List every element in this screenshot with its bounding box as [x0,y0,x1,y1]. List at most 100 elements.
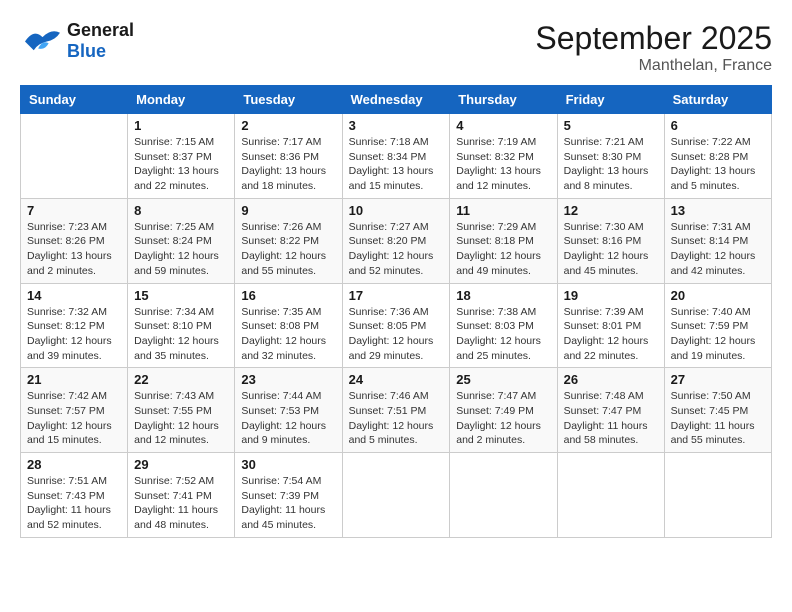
day-number: 14 [27,288,121,303]
calendar-cell: 1 Sunrise: 7:15 AMSunset: 8:37 PMDaylight… [128,114,235,199]
weekday-header: Monday [128,86,235,114]
day-info: Sunrise: 7:54 AMSunset: 7:39 PMDaylight:… [241,474,335,533]
calendar-cell [21,114,128,199]
day-number: 3 [349,118,444,133]
calendar-cell [664,453,771,538]
weekday-header: Thursday [450,86,557,114]
day-number: 9 [241,203,335,218]
calendar-cell: 21 Sunrise: 7:42 AMSunset: 7:57 PMDayligh… [21,368,128,453]
day-info: Sunrise: 7:27 AMSunset: 8:20 PMDaylight:… [349,220,444,279]
day-info: Sunrise: 7:51 AMSunset: 7:43 PMDaylight:… [27,474,121,533]
location: Manthelan, France [535,57,772,75]
day-number: 12 [564,203,658,218]
weekday-header: Wednesday [342,86,450,114]
calendar-cell: 5 Sunrise: 7:21 AMSunset: 8:30 PMDaylight… [557,114,664,199]
day-info: Sunrise: 7:23 AMSunset: 8:26 PMDaylight:… [27,220,121,279]
calendar-cell: 28 Sunrise: 7:51 AMSunset: 7:43 PMDayligh… [21,453,128,538]
calendar-cell: 8 Sunrise: 7:25 AMSunset: 8:24 PMDaylight… [128,198,235,283]
day-info: Sunrise: 7:50 AMSunset: 7:45 PMDaylight:… [671,389,765,448]
calendar-cell: 23 Sunrise: 7:44 AMSunset: 7:53 PMDayligh… [235,368,342,453]
day-number: 6 [671,118,765,133]
day-number: 20 [671,288,765,303]
weekday-header: Friday [557,86,664,114]
day-info: Sunrise: 7:29 AMSunset: 8:18 PMDaylight:… [456,220,550,279]
title-block: September 2025 Manthelan, France [535,20,772,75]
day-info: Sunrise: 7:35 AMSunset: 8:08 PMDaylight:… [241,305,335,364]
day-number: 26 [564,372,658,387]
day-info: Sunrise: 7:52 AMSunset: 7:41 PMDaylight:… [134,474,228,533]
calendar-cell: 14 Sunrise: 7:32 AMSunset: 8:12 PMDayligh… [21,283,128,368]
day-number: 22 [134,372,228,387]
day-info: Sunrise: 7:26 AMSunset: 8:22 PMDaylight:… [241,220,335,279]
day-number: 27 [671,372,765,387]
calendar-cell: 20 Sunrise: 7:40 AMSunset: 7:59 PMDayligh… [664,283,771,368]
calendar-cell: 29 Sunrise: 7:52 AMSunset: 7:41 PMDayligh… [128,453,235,538]
day-number: 30 [241,457,335,472]
weekday-header: Tuesday [235,86,342,114]
logo-icon [20,24,65,59]
day-info: Sunrise: 7:47 AMSunset: 7:49 PMDaylight:… [456,389,550,448]
day-number: 10 [349,203,444,218]
day-number: 13 [671,203,765,218]
day-info: Sunrise: 7:38 AMSunset: 8:03 PMDaylight:… [456,305,550,364]
day-number: 4 [456,118,550,133]
day-info: Sunrise: 7:44 AMSunset: 7:53 PMDaylight:… [241,389,335,448]
calendar-cell: 6Sunrise: 7:22 AMSunset: 8:28 PMDaylight… [664,114,771,199]
calendar-cell: 24Sunrise: 7:46 AMSunset: 7:51 PMDayligh… [342,368,450,453]
calendar-week-row: 14 Sunrise: 7:32 AMSunset: 8:12 PMDayligh… [21,283,772,368]
day-info: Sunrise: 7:15 AMSunset: 8:37 PMDaylight:… [134,135,228,194]
day-number: 25 [456,372,550,387]
day-info: Sunrise: 7:40 AMSunset: 7:59 PMDaylight:… [671,305,765,364]
calendar-cell [450,453,557,538]
day-info: Sunrise: 7:39 AMSunset: 8:01 PMDaylight:… [564,305,658,364]
day-number: 21 [27,372,121,387]
day-info: Sunrise: 7:18 AMSunset: 8:34 PMDaylight:… [349,135,444,194]
page-header: General Blue September 2025 Manthelan, F… [20,20,772,75]
day-info: Sunrise: 7:17 AMSunset: 8:36 PMDaylight:… [241,135,335,194]
calendar-cell [557,453,664,538]
calendar-cell: 10 Sunrise: 7:27 AMSunset: 8:20 PMDayligh… [342,198,450,283]
day-number: 23 [241,372,335,387]
day-info: Sunrise: 7:31 AMSunset: 8:14 PMDaylight:… [671,220,765,279]
calendar-cell: 13 Sunrise: 7:31 AMSunset: 8:14 PMDayligh… [664,198,771,283]
day-info: Sunrise: 7:25 AMSunset: 8:24 PMDaylight:… [134,220,228,279]
day-number: 28 [27,457,121,472]
weekday-header: Saturday [664,86,771,114]
day-info: Sunrise: 7:30 AMSunset: 8:16 PMDaylight:… [564,220,658,279]
calendar-cell: 19Sunrise: 7:39 AMSunset: 8:01 PMDayligh… [557,283,664,368]
day-number: 16 [241,288,335,303]
weekday-header: Sunday [21,86,128,114]
calendar-week-row: 1 Sunrise: 7:15 AMSunset: 8:37 PMDaylight… [21,114,772,199]
day-info: Sunrise: 7:21 AMSunset: 8:30 PMDaylight:… [564,135,658,194]
day-number: 5 [564,118,658,133]
calendar-cell: 27 Sunrise: 7:50 AMSunset: 7:45 PMDayligh… [664,368,771,453]
day-number: 1 [134,118,228,133]
day-info: Sunrise: 7:48 AMSunset: 7:47 PMDaylight:… [564,389,658,448]
day-info: Sunrise: 7:32 AMSunset: 8:12 PMDaylight:… [27,305,121,364]
day-info: Sunrise: 7:19 AMSunset: 8:32 PMDaylight:… [456,135,550,194]
month-title: September 2025 [535,20,772,57]
calendar-cell: 22 Sunrise: 7:43 AMSunset: 7:55 PMDayligh… [128,368,235,453]
day-info: Sunrise: 7:43 AMSunset: 7:55 PMDaylight:… [134,389,228,448]
day-info: Sunrise: 7:36 AMSunset: 8:05 PMDaylight:… [349,305,444,364]
day-number: 15 [134,288,228,303]
day-number: 8 [134,203,228,218]
calendar-cell: 25 Sunrise: 7:47 AMSunset: 7:49 PMDayligh… [450,368,557,453]
calendar-cell: 17 Sunrise: 7:36 AMSunset: 8:05 PMDayligh… [342,283,450,368]
logo: General Blue [20,20,134,62]
day-number: 18 [456,288,550,303]
day-number: 7 [27,203,121,218]
day-info: Sunrise: 7:42 AMSunset: 7:57 PMDaylight:… [27,389,121,448]
day-number: 17 [349,288,444,303]
calendar-cell: 30 Sunrise: 7:54 AMSunset: 7:39 PMDayligh… [235,453,342,538]
calendar-week-row: 28 Sunrise: 7:51 AMSunset: 7:43 PMDayligh… [21,453,772,538]
day-number: 24 [349,372,444,387]
calendar-cell: 7 Sunrise: 7:23 AMSunset: 8:26 PMDaylight… [21,198,128,283]
logo-text-blue: Blue [67,41,134,62]
calendar-cell: 12 Sunrise: 7:30 AMSunset: 8:16 PMDayligh… [557,198,664,283]
day-number: 29 [134,457,228,472]
logo-text-general: General [67,20,134,41]
calendar-cell: 3 Sunrise: 7:18 AMSunset: 8:34 PMDaylight… [342,114,450,199]
calendar-table: SundayMondayTuesdayWednesdayThursdayFrid… [20,85,772,538]
calendar-cell: 26 Sunrise: 7:48 AMSunset: 7:47 PMDayligh… [557,368,664,453]
